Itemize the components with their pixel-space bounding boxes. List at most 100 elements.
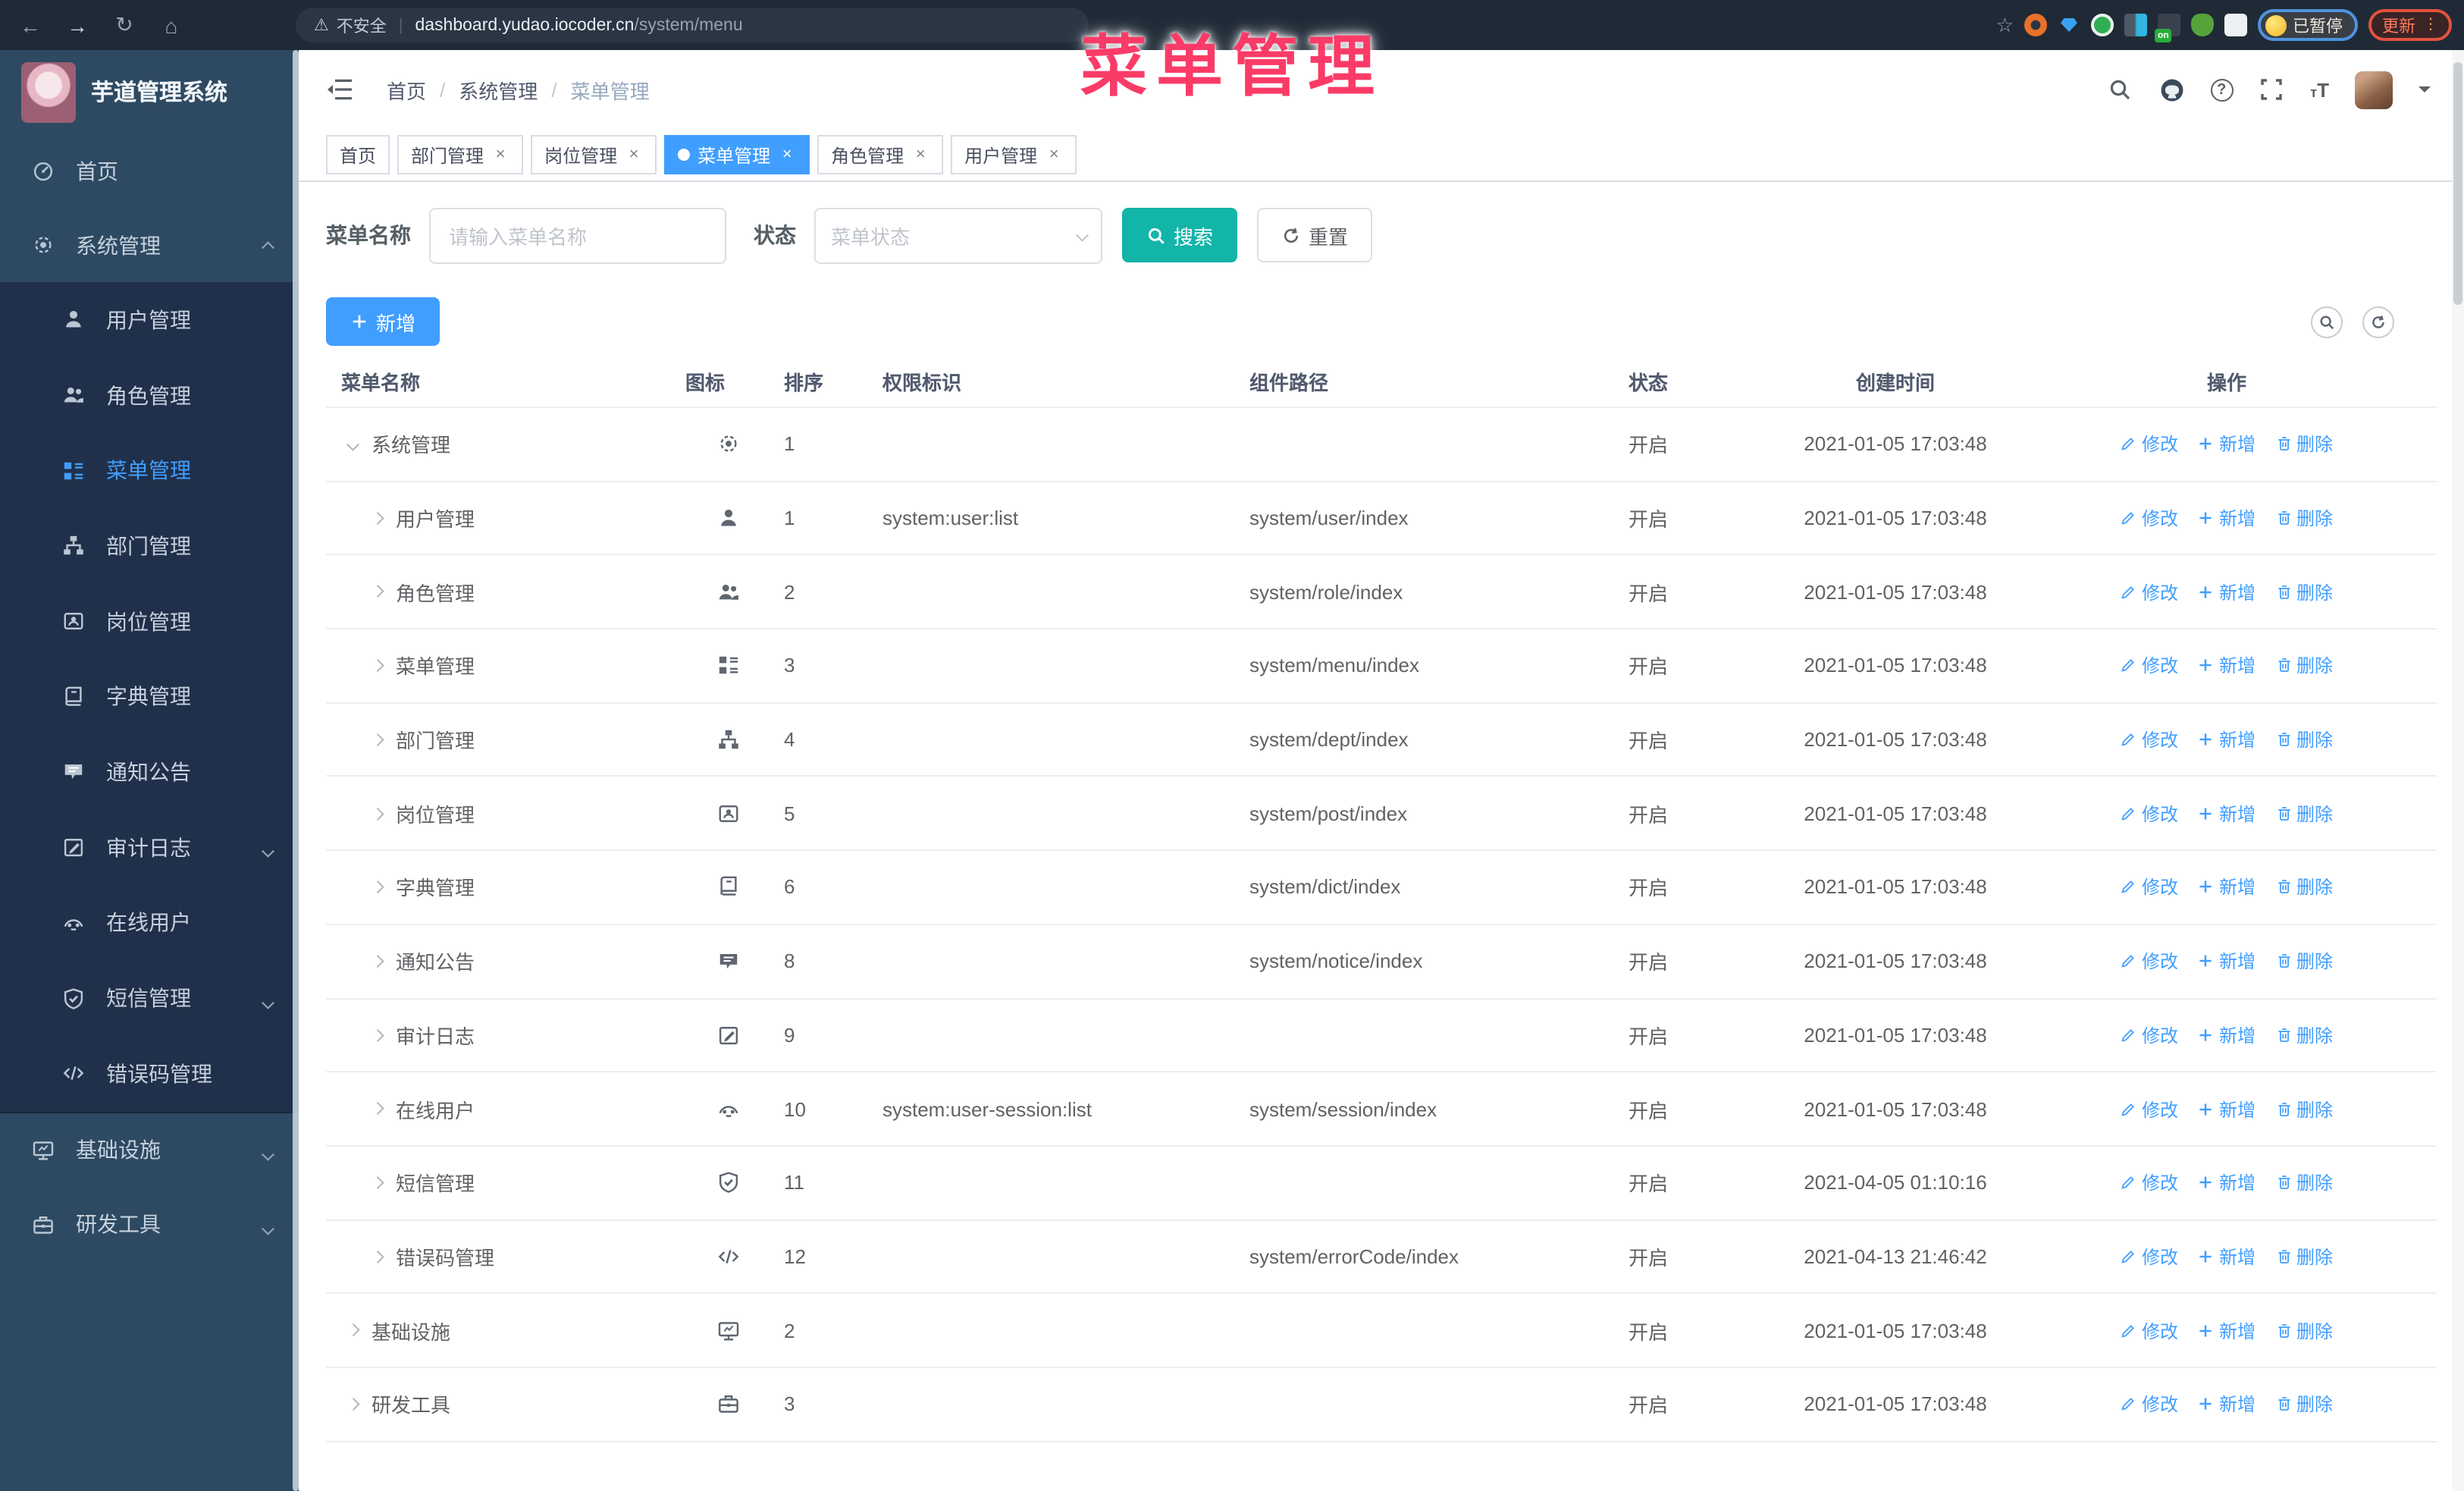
sidebar-item-通知公告[interactable]: 通知公告 (0, 734, 299, 809)
edit-link[interactable]: 修改 (2121, 1022, 2178, 1048)
tag-角色管理[interactable]: 角色管理 × (817, 135, 944, 174)
sidebar-item-系统管理[interactable]: 系统管理 (0, 208, 299, 282)
expand-row-icon[interactable] (365, 807, 390, 820)
browser-forward-icon[interactable]: → (61, 8, 94, 42)
add-link[interactable]: 新增 (2198, 1096, 2256, 1122)
app-logo-row[interactable]: 芋道管理系统 (0, 50, 299, 133)
expand-row-icon[interactable] (365, 660, 390, 672)
delete-link[interactable]: 删除 (2275, 948, 2333, 974)
expand-row-icon[interactable] (365, 881, 390, 893)
sidebar-item-在线用户[interactable]: 在线用户 (0, 885, 299, 960)
browser-update-button[interactable]: 更新 ⋮ (2368, 9, 2452, 41)
delete-link[interactable]: 删除 (2275, 505, 2333, 531)
sidebar-item-用户管理[interactable]: 用户管理 (0, 282, 299, 357)
edit-link[interactable]: 修改 (2121, 432, 2178, 457)
user-menu-caret-icon[interactable] (2419, 86, 2431, 99)
fullscreen-icon[interactable] (2259, 77, 2284, 102)
delete-link[interactable]: 删除 (2275, 432, 2333, 457)
delete-link[interactable]: 删除 (2275, 727, 2333, 752)
add-link[interactable]: 新增 (2198, 432, 2256, 457)
tag-岗位管理[interactable]: 岗位管理 × (531, 135, 657, 174)
add-link[interactable]: 新增 (2198, 948, 2256, 974)
search-button[interactable]: 搜索 (1122, 208, 1238, 262)
delete-link[interactable]: 删除 (2275, 1244, 2333, 1270)
breadcrumb-system[interactable]: 系统管理 (459, 75, 538, 104)
edit-link[interactable]: 修改 (2121, 1392, 2178, 1417)
status-select[interactable]: 菜单状态 (814, 207, 1102, 263)
delete-link[interactable]: 删除 (2275, 653, 2333, 679)
sidebar-item-短信管理[interactable]: 短信管理 (0, 960, 299, 1035)
edit-link[interactable]: 修改 (2121, 1244, 2178, 1270)
toggle-search-icon[interactable] (2311, 306, 2343, 337)
edit-link[interactable]: 修改 (2121, 874, 2178, 900)
sidebar-item-部门管理[interactable]: 部门管理 (0, 508, 299, 583)
font-size-icon[interactable]: тT (2310, 78, 2329, 101)
expand-row-icon[interactable] (365, 1176, 390, 1189)
tag-部门管理[interactable]: 部门管理 × (397, 135, 524, 174)
refresh-table-icon[interactable] (2362, 306, 2394, 337)
sidebar-item-研发工具[interactable]: 研发工具 (0, 1187, 299, 1261)
expand-row-icon[interactable] (365, 1251, 390, 1263)
extension-monkey-icon[interactable] (2191, 14, 2214, 36)
delete-link[interactable]: 删除 (2275, 1022, 2333, 1048)
delete-link[interactable]: 删除 (2275, 801, 2333, 827)
header-search-icon[interactable] (2107, 77, 2133, 102)
extension-dark-icon[interactable]: on (2155, 14, 2180, 42)
add-link[interactable]: 新增 (2198, 1392, 2256, 1417)
edit-link[interactable]: 修改 (2121, 948, 2178, 974)
expand-row-icon[interactable] (365, 1028, 390, 1041)
add-link[interactable]: 新增 (2198, 874, 2256, 900)
delete-link[interactable]: 删除 (2275, 1317, 2333, 1343)
edit-link[interactable]: 修改 (2121, 801, 2178, 827)
expand-row-icon[interactable] (365, 955, 390, 968)
extension-columns-icon[interactable] (2124, 14, 2147, 36)
sidebar-item-字典管理[interactable]: 字典管理 (0, 659, 299, 734)
expand-row-icon[interactable] (365, 512, 390, 524)
extensions-puzzle-icon[interactable] (2224, 14, 2247, 36)
edit-link[interactable]: 修改 (2121, 579, 2178, 604)
browser-home-icon[interactable]: ⌂ (155, 8, 188, 42)
tag-close-icon[interactable]: × (778, 146, 796, 164)
add-link[interactable]: 新增 (2198, 505, 2256, 531)
edit-link[interactable]: 修改 (2121, 1317, 2178, 1343)
sidebar-scrollbar[interactable] (293, 50, 299, 1491)
address-bar[interactable]: ⚠ 不安全 | dashboard.yudao.iocoder.cn/syste… (296, 8, 1089, 42)
delete-link[interactable]: 删除 (2275, 1392, 2333, 1417)
tag-close-icon[interactable]: × (625, 146, 643, 164)
help-icon[interactable]: ? (2210, 78, 2234, 101)
add-link[interactable]: 新增 (2198, 579, 2256, 604)
sidebar-item-错误码管理[interactable]: 错误码管理 (0, 1036, 299, 1111)
edit-link[interactable]: 修改 (2121, 1096, 2178, 1122)
edit-link[interactable]: 修改 (2121, 1169, 2178, 1195)
add-link[interactable]: 新增 (2198, 1244, 2256, 1270)
extension-green-icon[interactable] (2091, 14, 2114, 36)
delete-link[interactable]: 删除 (2275, 1096, 2333, 1122)
add-link[interactable]: 新增 (2198, 653, 2256, 679)
edit-link[interactable]: 修改 (2121, 653, 2178, 679)
collapse-sidebar-icon[interactable] (326, 79, 353, 100)
github-icon[interactable] (2158, 77, 2184, 102)
user-avatar[interactable] (2355, 71, 2393, 108)
sidebar-item-审计日志[interactable]: 审计日志 (0, 810, 299, 885)
add-link[interactable]: 新增 (2198, 1317, 2256, 1343)
expand-row-icon[interactable] (341, 1398, 365, 1411)
menu-name-input[interactable]: 请输入菜单名称 (429, 207, 726, 263)
edit-link[interactable]: 修改 (2121, 727, 2178, 752)
tag-close-icon[interactable]: × (911, 146, 929, 164)
breadcrumb-home[interactable]: 首页 (387, 75, 426, 104)
expand-row-icon[interactable] (365, 733, 390, 746)
sidebar-item-基础设施[interactable]: 基础设施 (0, 1113, 299, 1187)
delete-link[interactable]: 删除 (2275, 1169, 2333, 1195)
edit-link[interactable]: 修改 (2121, 505, 2178, 531)
sidebar-item-首页[interactable]: 首页 (0, 133, 299, 208)
add-link[interactable]: 新增 (2198, 1169, 2256, 1195)
extension-gem-icon[interactable] (2058, 14, 2080, 36)
browser-back-icon[interactable]: ← (14, 8, 47, 42)
page-scrollbar-thumb[interactable] (2453, 62, 2462, 305)
add-link[interactable]: 新增 (2198, 727, 2256, 752)
tag-菜单管理[interactable]: 菜单管理 × (664, 135, 810, 174)
browser-reload-icon[interactable]: ↻ (108, 8, 141, 42)
sidebar-item-岗位管理[interactable]: 岗位管理 (0, 584, 299, 659)
collapse-row-icon[interactable] (341, 438, 365, 450)
reset-button[interactable]: 重置 (1257, 208, 1373, 262)
